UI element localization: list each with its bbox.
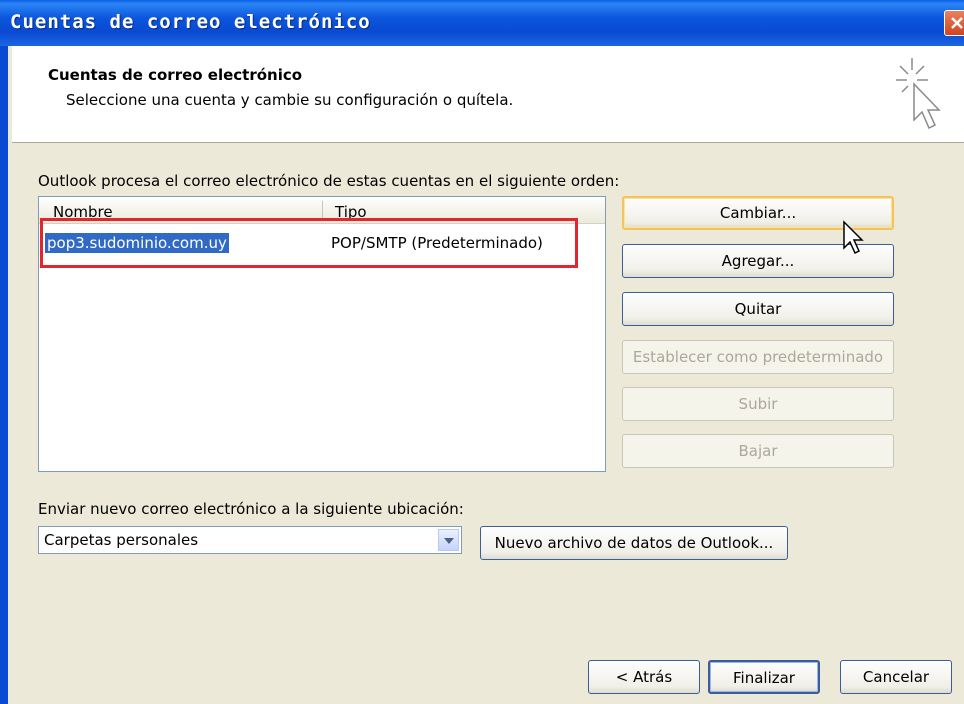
page-title: Cuentas de correo electrónico <box>48 66 303 84</box>
column-separator[interactable] <box>322 201 323 219</box>
cancel-button[interactable]: Cancelar <box>840 660 952 694</box>
close-icon <box>951 17 963 29</box>
chevron-down-icon[interactable] <box>438 529 459 551</box>
cursor-sparkle-icon <box>896 58 941 130</box>
delivery-location-select[interactable]: Carpetas personales <box>38 526 462 554</box>
mouse-pointer-icon <box>843 220 864 255</box>
delivery-label: Enviar nuevo correo electrónico a la sig… <box>38 500 464 518</box>
annotation-highlight-box <box>40 218 578 268</box>
window-frame-inner <box>8 46 12 704</box>
move-up-button[interactable]: Subir <box>622 387 894 421</box>
accounts-description: Outlook procesa el correo electrónico de… <box>38 172 620 190</box>
close-button[interactable] <box>944 10 964 36</box>
title-bar[interactable]: Cuentas de correo electrónico <box>0 0 964 46</box>
new-data-file-button[interactable]: Nuevo archivo de datos de Outlook... <box>480 526 788 560</box>
back-button[interactable]: < Atrás <box>588 660 700 694</box>
move-down-button[interactable]: Bajar <box>622 434 894 468</box>
set-default-button[interactable]: Establecer como predeterminado <box>622 340 894 374</box>
delivery-location-value: Carpetas personales <box>44 531 199 549</box>
window-title: Cuentas de correo electrónico <box>10 11 371 33</box>
remove-button[interactable]: Quitar <box>622 292 894 326</box>
wizard-header: Cuentas de correo electrónico Seleccione… <box>12 46 964 143</box>
finish-button[interactable]: Finalizar <box>708 660 820 694</box>
page-subtitle: Seleccione una cuenta y cambie su config… <box>66 91 514 109</box>
